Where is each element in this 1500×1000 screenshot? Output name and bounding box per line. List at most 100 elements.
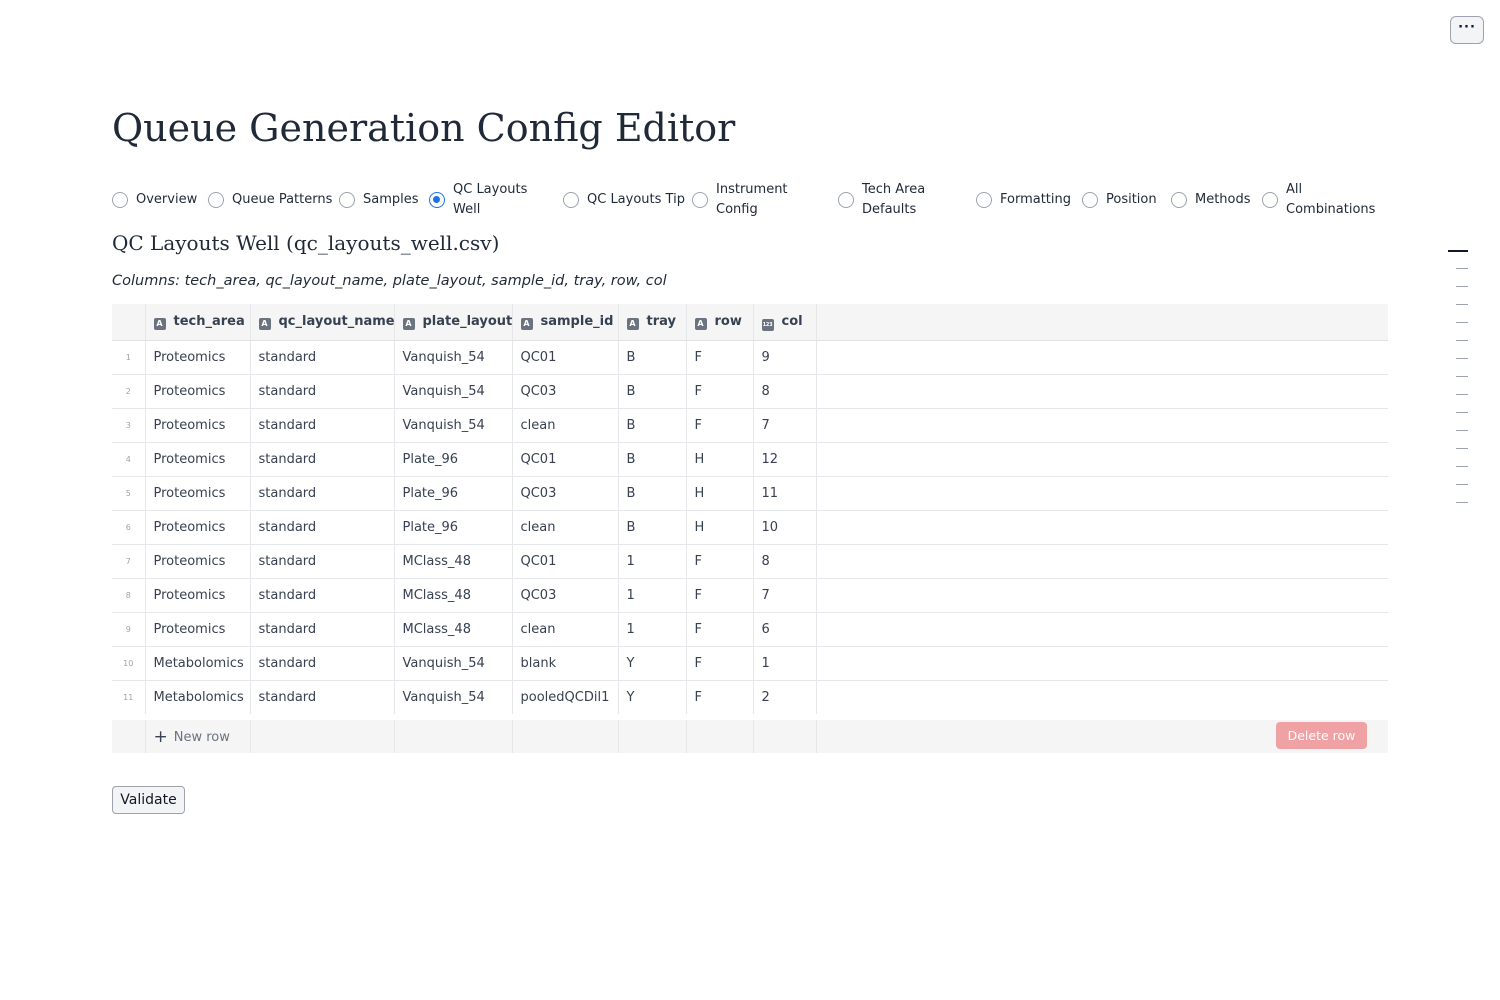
cell-qc-layout-name[interactable]: standard [250,408,395,443]
toc-marker[interactable] [1448,250,1468,252]
cell-sample-id[interactable]: pooledQCDil1 [512,680,619,718]
radio-icon[interactable] [339,192,355,208]
radio-selected-icon[interactable] [429,192,445,208]
cell-tech-area[interactable]: Proteomics [145,442,251,477]
toc-marker[interactable] [1456,448,1468,449]
cell-plate-layout[interactable]: Vanquish_54 [394,374,513,409]
cell-tray[interactable]: 1 [618,578,687,613]
cell-row[interactable]: F [686,612,754,647]
radio-icon[interactable] [838,192,854,208]
cell-row[interactable]: F [686,340,754,375]
cell-plate-layout[interactable]: Plate_96 [394,476,513,511]
cell-plate-layout[interactable]: Plate_96 [394,510,513,545]
cell-tech-area[interactable]: Metabolomics [145,646,251,681]
row-number[interactable]: 2 [112,374,146,409]
cell-plate-layout[interactable]: MClass_48 [394,612,513,647]
cell-tray[interactable]: Y [618,646,687,681]
cell-qc-layout-name[interactable]: standard [250,612,395,647]
tab-tech-area-defaults[interactable]: Tech Area Defaults [838,178,958,222]
toc-marker[interactable] [1456,376,1468,377]
cell-col[interactable]: 7 [753,408,817,443]
cell-row[interactable]: H [686,510,754,545]
tab-qc-layouts-tip[interactable]: QC Layouts Tip [563,178,688,222]
cell-sample-id[interactable]: QC03 [512,476,619,511]
cell-col[interactable]: 8 [753,544,817,579]
toc-marker[interactable] [1456,502,1468,503]
cell-row[interactable]: H [686,476,754,511]
cell-sample-id[interactable]: clean [512,408,619,443]
tab-methods[interactable]: Methods [1171,178,1256,222]
cell-tech-area[interactable]: Proteomics [145,408,251,443]
cell-tech-area[interactable]: Proteomics [145,612,251,647]
tab-position[interactable]: Position [1082,178,1172,222]
row-number[interactable]: 10 [112,646,146,681]
cell-plate-layout[interactable]: Plate_96 [394,442,513,477]
cell-col[interactable]: 2 [753,680,817,718]
cell-sample-id[interactable]: blank [512,646,619,681]
cell-qc-layout-name[interactable]: standard [250,510,395,545]
column-header-qc-layout-name[interactable]: Aqc_layout_name [250,304,395,341]
cell-col[interactable]: 7 [753,578,817,613]
cell-sample-id[interactable]: clean [512,510,619,545]
cell-col[interactable]: 11 [753,476,817,511]
radio-icon[interactable] [563,192,579,208]
cell-tray[interactable]: 1 [618,544,687,579]
cell-sample-id[interactable]: QC03 [512,578,619,613]
cell-qc-layout-name[interactable]: standard [250,442,395,477]
tab-overview[interactable]: Overview [112,178,207,222]
cell-row[interactable]: F [686,544,754,579]
row-number[interactable]: 8 [112,578,146,613]
row-number[interactable]: 9 [112,612,146,647]
cell-col[interactable]: 12 [753,442,817,477]
cell-tray[interactable]: Y [618,680,687,718]
cell-row[interactable]: F [686,408,754,443]
cell-qc-layout-name[interactable]: standard [250,544,395,579]
row-number[interactable]: 4 [112,442,146,477]
radio-icon[interactable] [1262,192,1278,208]
cell-plate-layout[interactable]: MClass_48 [394,578,513,613]
row-number[interactable]: 1 [112,340,146,375]
cell-tech-area[interactable]: Proteomics [145,544,251,579]
cell-row[interactable]: F [686,680,754,718]
cell-plate-layout[interactable]: Vanquish_54 [394,646,513,681]
toc-marker[interactable] [1456,466,1468,467]
cell-sample-id[interactable]: QC01 [512,340,619,375]
row-number[interactable]: 5 [112,476,146,511]
row-number[interactable]: 11 [112,680,146,718]
cell-tech-area[interactable]: Proteomics [145,340,251,375]
cell-tech-area[interactable]: Metabolomics [145,680,251,718]
toc-marker[interactable] [1456,286,1468,287]
add-row-button[interactable]: + New row [145,714,251,753]
column-header-tray[interactable]: Atray [618,304,687,341]
toc-marker[interactable] [1456,430,1468,431]
tab-formatting[interactable]: Formatting [976,178,1076,222]
toc-marker[interactable] [1456,358,1468,359]
cell-plate-layout[interactable]: Vanquish_54 [394,408,513,443]
tab-queue-patterns[interactable]: Queue Patterns [208,178,333,222]
cell-qc-layout-name[interactable]: standard [250,680,395,718]
cell-col[interactable]: 1 [753,646,817,681]
cell-qc-layout-name[interactable]: standard [250,340,395,375]
toc-marker[interactable] [1456,268,1468,269]
delete-row-button[interactable]: Delete row [1276,722,1367,749]
cell-tray[interactable]: B [618,510,687,545]
cell-tray[interactable]: B [618,408,687,443]
cell-tech-area[interactable]: Proteomics [145,476,251,511]
cell-sample-id[interactable]: QC01 [512,442,619,477]
cell-tray[interactable]: B [618,340,687,375]
cell-qc-layout-name[interactable]: standard [250,578,395,613]
validate-button[interactable]: Validate [112,786,185,814]
tab-all-combinations[interactable]: All Combinations [1262,178,1392,222]
cell-col[interactable]: 10 [753,510,817,545]
radio-icon[interactable] [208,192,224,208]
cell-sample-id[interactable]: clean [512,612,619,647]
cell-sample-id[interactable]: QC01 [512,544,619,579]
cell-tray[interactable]: B [618,442,687,477]
row-number[interactable]: 6 [112,510,146,545]
radio-icon[interactable] [1171,192,1187,208]
cell-row[interactable]: F [686,578,754,613]
cell-plate-layout[interactable]: Vanquish_54 [394,680,513,718]
cell-qc-layout-name[interactable]: standard [250,646,395,681]
row-number[interactable]: 3 [112,408,146,443]
toc-marker[interactable] [1456,322,1468,323]
